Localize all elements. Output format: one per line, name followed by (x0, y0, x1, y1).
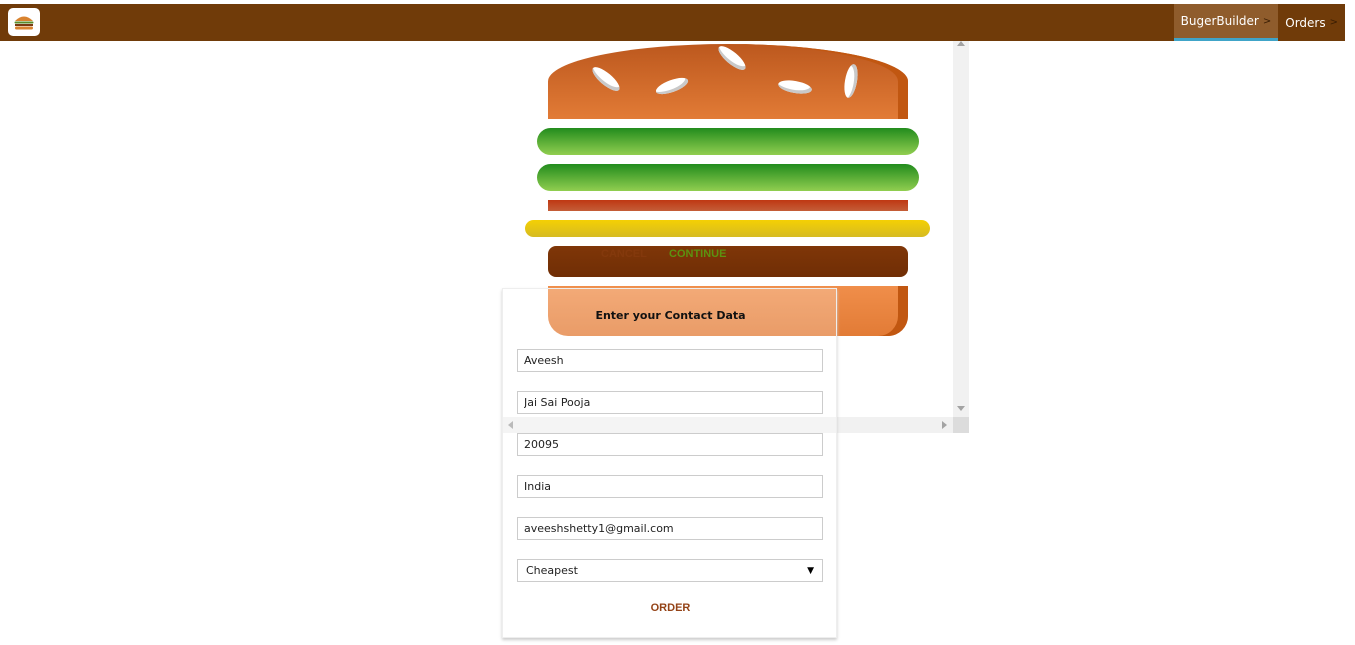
burger-salad (537, 164, 919, 191)
delivery-method-value: Cheapest (526, 564, 578, 577)
burger-logo-icon[interactable] (8, 8, 40, 36)
delivery-method-select[interactable]: Cheapest ▼ (517, 559, 823, 582)
nav-link-label: Orders (1285, 15, 1326, 30)
scroll-up-arrow-icon[interactable] (957, 41, 965, 46)
street-field[interactable] (517, 391, 823, 414)
contact-title: Enter your Contact Data (595, 309, 746, 322)
scroll-down-arrow-icon[interactable] (957, 406, 965, 411)
order-button[interactable]: ORDER (503, 602, 838, 614)
nav-links: BugerBuilder > Orders > (1173, 4, 1345, 41)
scrollbar-corner (953, 417, 969, 433)
name-field[interactable] (517, 349, 823, 372)
cancel-button[interactable]: CANCEL (601, 246, 647, 262)
nav-link-orders[interactable]: Orders > (1278, 4, 1345, 41)
burger-bacon (548, 200, 908, 211)
contact-data-card: Enter your Contact Data Cheapest ▼ ORDER (502, 288, 837, 638)
nav-link-label: BugerBuilder (1180, 14, 1259, 28)
country-field[interactable] (517, 475, 823, 498)
zip-code-field[interactable] (517, 433, 823, 456)
chevron-right-icon: > (1262, 15, 1272, 27)
nav-link-burger-builder[interactable]: BugerBuilder > (1173, 4, 1279, 41)
toolbar: BugerBuilder > Orders > (0, 4, 1345, 41)
scroll-right-arrow-icon[interactable] (942, 421, 947, 429)
burger-cheese (525, 220, 930, 237)
continue-button[interactable]: CONTINUE (669, 246, 726, 262)
burger-salad (537, 128, 919, 155)
vertical-scrollbar[interactable] (953, 41, 969, 417)
dropdown-caret-icon: ▼ (807, 565, 814, 576)
email-field[interactable] (517, 517, 823, 540)
chevron-right-icon: > (1329, 17, 1338, 28)
